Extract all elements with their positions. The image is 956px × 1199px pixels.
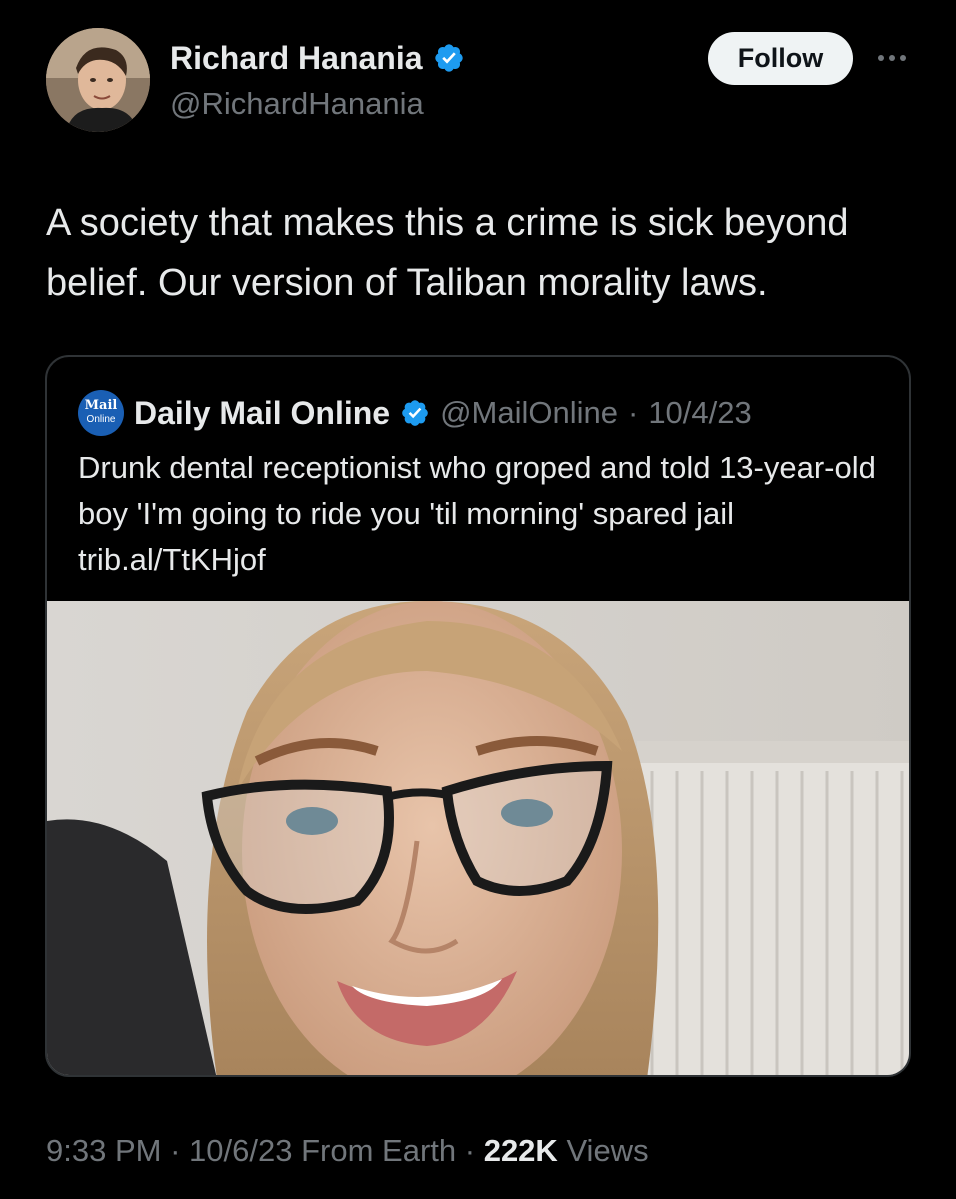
logo-line2: Online: [86, 414, 116, 425]
verified-badge-icon: [433, 42, 465, 74]
footer-separator: ·: [464, 1133, 476, 1168]
author-handle[interactable]: @RichardHanania: [170, 84, 424, 124]
quote-date[interactable]: 10/4/23: [648, 395, 751, 431]
more-icon[interactable]: [872, 44, 912, 72]
tweet-time[interactable]: 9:33 PM: [46, 1133, 161, 1168]
views-count: 222K: [483, 1133, 558, 1168]
avatar-photo: [46, 28, 150, 132]
tweet-text: A society that makes this a crime is sic…: [46, 202, 849, 304]
more-dot: [889, 55, 895, 61]
tweet: Richard Hanania @RichardHanania Follow A…: [0, 0, 956, 1199]
follow-button[interactable]: Follow: [708, 32, 853, 85]
quote-display-name[interactable]: Daily Mail Online: [134, 395, 390, 432]
tweet-footer: 9:33 PM · 10/6/23 From Earth · 222K View…: [46, 1133, 649, 1169]
author-display-name[interactable]: Richard Hanania: [170, 38, 423, 78]
author-name-row: Richard Hanania: [170, 38, 465, 78]
quote-header: Mail Online Daily Mail Online @MailOnlin…: [78, 390, 752, 436]
author-avatar[interactable]: [46, 28, 150, 132]
portrait-photo: [47, 601, 909, 1075]
quote-handle[interactable]: @MailOnline: [440, 395, 618, 431]
quote-media-image[interactable]: [47, 601, 909, 1075]
views-label: Views: [566, 1133, 649, 1168]
tweet-date[interactable]: 10/6/23: [189, 1133, 292, 1168]
quote-verified-badge-icon: [400, 398, 430, 428]
quote-separator: ·: [627, 395, 639, 430]
tweet-source: From Earth: [301, 1133, 457, 1168]
logo-line1: Mail: [84, 398, 118, 413]
footer-separator: ·: [170, 1133, 181, 1168]
more-dot: [878, 55, 884, 61]
quote-text: Drunk dental receptionist who groped and…: [78, 450, 876, 577]
quote-tweet-card[interactable]: Mail Online Daily Mail Online @MailOnlin…: [45, 355, 911, 1077]
more-dot: [900, 55, 906, 61]
mail-online-logo-icon: Mail Online: [78, 390, 124, 436]
